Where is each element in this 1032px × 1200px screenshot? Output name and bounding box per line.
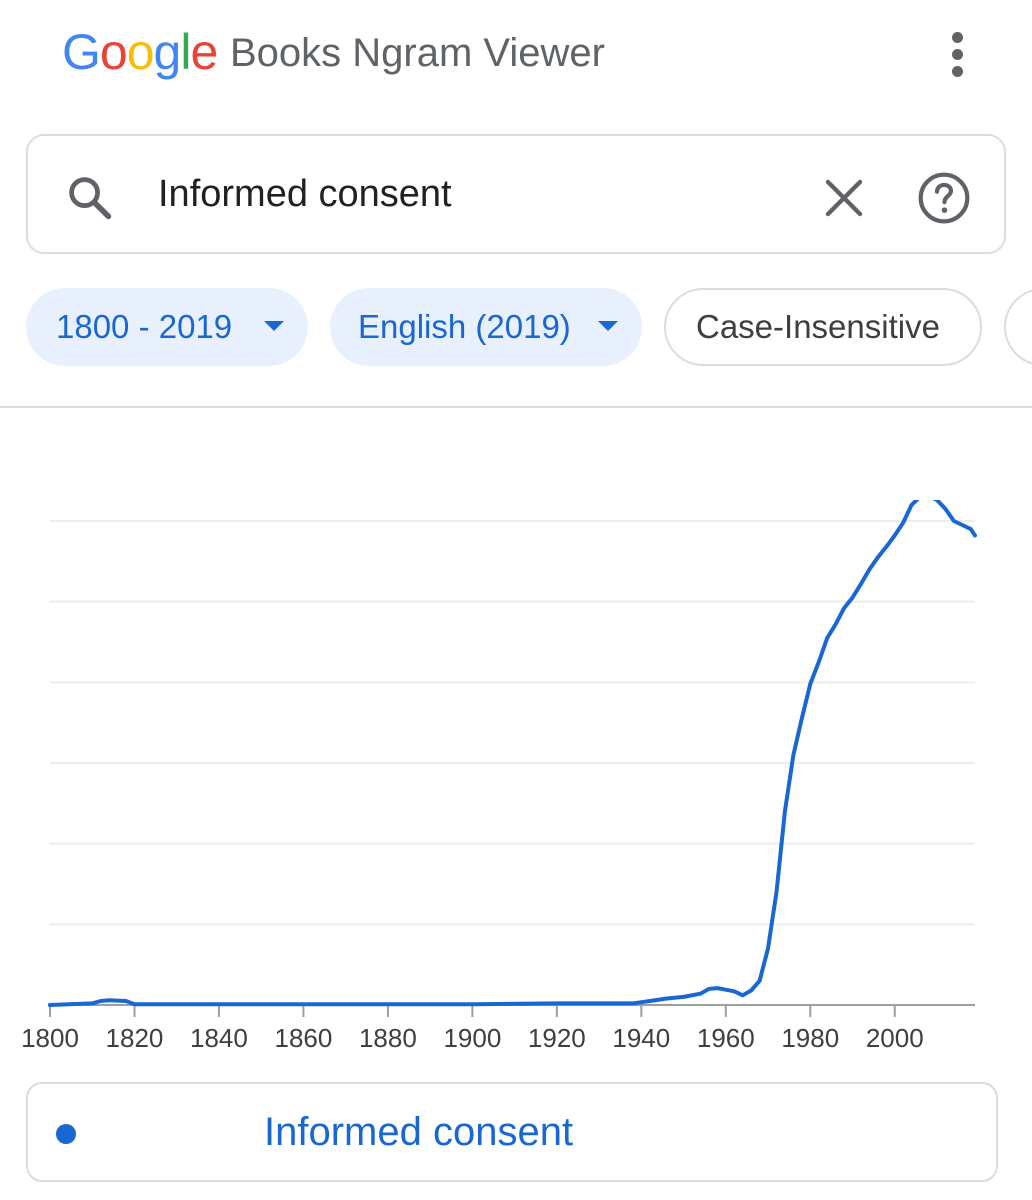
x-tick-label: 1880 (359, 1023, 417, 1053)
chevron-down-icon (264, 321, 284, 331)
x-tick-label: 1820 (106, 1023, 164, 1053)
corpus-chip[interactable]: English (2019) (330, 288, 642, 366)
case-insensitive-chip[interactable]: Case-Insensitive (664, 288, 982, 366)
series-line-informed-consent (48, 500, 977, 1007)
year-range-chip[interactable]: 1800 - 2019 (26, 288, 308, 366)
google-logo[interactable]: Google (62, 24, 218, 80)
corpus-label: English (2019) (358, 308, 571, 345)
legend-card[interactable]: Informed consent (26, 1082, 998, 1182)
x-tick-label: 1860 (275, 1023, 333, 1053)
x-tick-label: 2000 (866, 1023, 924, 1053)
app-title: Books Ngram Viewer (230, 31, 605, 75)
x-tick-label: 1900 (443, 1023, 501, 1053)
help-icon[interactable] (916, 170, 972, 226)
ngram-chart: 1800 1820 1840 1860 1880 1900 1920 1940 1960 1980… (21, 500, 977, 1053)
x-tick-label: 1940 (612, 1023, 670, 1053)
more-filters-chip[interactable] (1004, 288, 1032, 366)
divider (0, 406, 1032, 408)
more-vert-icon[interactable] (940, 28, 976, 80)
filter-chips: 1800 - 2019 English (2019) Case-Insensit… (0, 288, 1032, 366)
close-icon[interactable] (820, 174, 868, 222)
case-insensitive-label: Case-Insensitive (696, 308, 940, 345)
x-tick-label: 1980 (781, 1023, 839, 1053)
legend-label: Informed consent (264, 1110, 574, 1154)
x-tick-label: 1960 (697, 1023, 755, 1053)
x-tick-label: 1840 (190, 1023, 248, 1053)
search-box (26, 134, 1006, 254)
x-tick-label: 1800 (21, 1023, 79, 1053)
x-tick-label: 1920 (528, 1023, 586, 1053)
chevron-down-icon (598, 321, 618, 331)
search-input[interactable] (158, 166, 778, 222)
search-icon[interactable] (64, 172, 116, 224)
year-range-label: 1800 - 2019 (56, 308, 233, 345)
legend-dot (56, 1124, 76, 1144)
app-header: Google Books Ngram Viewer (0, 0, 1032, 110)
